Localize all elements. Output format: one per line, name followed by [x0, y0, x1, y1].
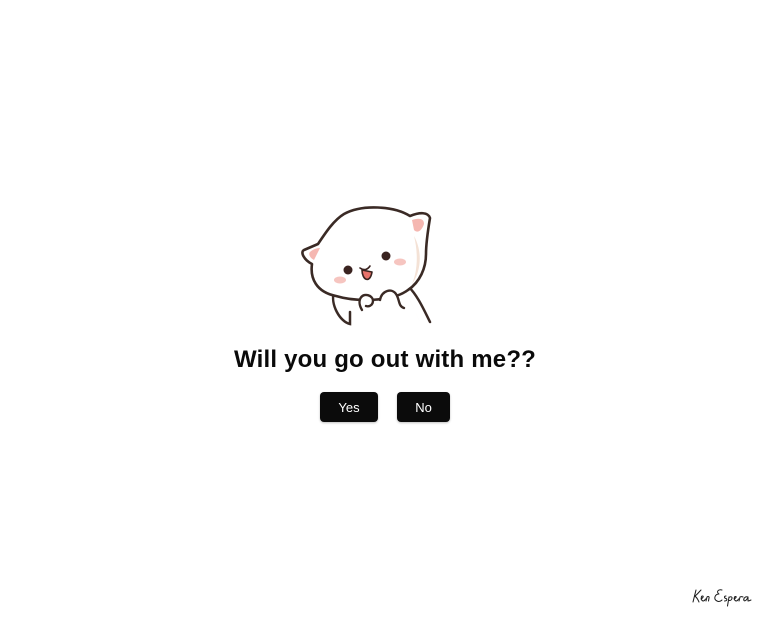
question-heading: Will you go out with me?? [233, 346, 537, 373]
cat-mascot-icon [301, 206, 432, 326]
proposal-page: Will you go out with me?? Yes No [0, 0, 784, 627]
yes-button[interactable]: Yes [320, 392, 378, 422]
no-button[interactable]: No [397, 392, 450, 422]
signature-logo [692, 589, 752, 607]
